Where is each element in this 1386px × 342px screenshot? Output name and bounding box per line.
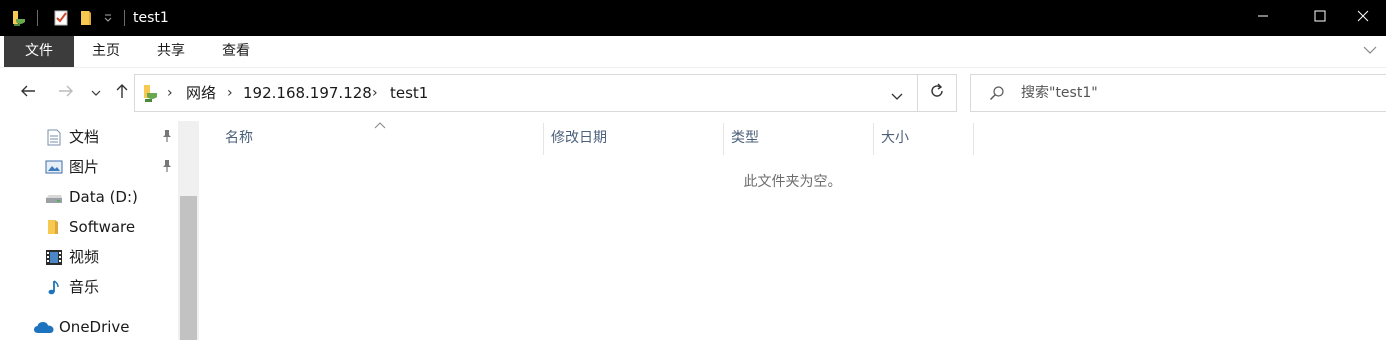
minimize-button[interactable]	[1240, 0, 1286, 36]
nav-item-label: 音乐	[69, 278, 100, 296]
nav-scrollbar[interactable]	[178, 121, 199, 340]
nav-item-onedrive[interactable]: OneDrive	[0, 312, 178, 342]
nav-item-music[interactable]: 音乐	[0, 272, 178, 302]
music-icon	[46, 279, 64, 296]
nav-item-documents[interactable]: 文档	[0, 122, 178, 152]
tab-view[interactable]: 查看	[206, 36, 266, 67]
forward-button[interactable]	[52, 80, 80, 106]
search-icon	[989, 85, 1005, 105]
address-dropdown-button[interactable]	[891, 89, 903, 105]
column-header-date-modified[interactable]: 修改日期	[543, 121, 723, 155]
nav-item-videos[interactable]: 视频	[0, 242, 178, 272]
empty-folder-message: 此文件夹为空。	[743, 174, 842, 190]
tab-file[interactable]: 文件	[4, 36, 74, 67]
refresh-button[interactable]	[918, 74, 957, 112]
address-bar[interactable]: › 网络 › 192.168.197.128 › test1	[134, 74, 918, 112]
chevron-right-icon: ›	[372, 85, 378, 101]
chevron-right-icon: ›	[227, 85, 233, 101]
navigation-pane: 文档 图片 Data (D:) Software 视频 音乐 OneDrive	[0, 121, 199, 340]
network-folder-icon	[141, 83, 159, 107]
refresh-icon	[929, 83, 945, 103]
nav-item-label: 文档	[69, 128, 100, 146]
ribbon-tabs: 文件 主页 共享 查看	[0, 36, 1386, 67]
drive-icon	[45, 189, 63, 206]
nav-item-label: OneDrive	[59, 318, 130, 336]
nav-item-label: Software	[69, 218, 136, 236]
title-bar: test1	[0, 0, 1386, 36]
title-separator	[37, 10, 38, 26]
folder-icon	[46, 219, 64, 236]
arrow-left-icon	[20, 84, 36, 102]
tab-share[interactable]: 共享	[141, 36, 201, 67]
breadcrumb-host[interactable]: 192.168.197.128	[243, 75, 372, 111]
up-button[interactable]	[110, 80, 134, 106]
tab-home[interactable]: 主页	[76, 36, 136, 67]
maximize-icon	[1314, 10, 1326, 26]
pin-icon[interactable]	[160, 129, 176, 145]
minimize-icon	[1257, 10, 1269, 26]
breadcrumb-folder[interactable]: test1	[390, 75, 428, 111]
file-list: 名称 修改日期 类型 大小 此文件夹为空。	[199, 121, 1386, 340]
pictures-icon	[45, 159, 63, 176]
ribbon-expand-button[interactable]	[1358, 39, 1382, 63]
recent-locations-button[interactable]	[86, 80, 106, 106]
nav-item-label: 视频	[69, 248, 100, 266]
address-row: › 网络 › 192.168.197.128 › test1 搜索"test1"	[0, 67, 1386, 121]
folder-icon[interactable]	[8, 0, 30, 36]
arrow-right-icon	[58, 84, 74, 102]
arrow-up-icon	[115, 83, 129, 103]
close-button[interactable]	[1340, 0, 1386, 36]
column-header-size[interactable]: 大小	[873, 121, 973, 155]
scrollbar-thumb[interactable]	[180, 196, 197, 340]
close-icon	[1357, 10, 1369, 26]
search-box[interactable]: 搜索"test1"	[970, 74, 1386, 112]
column-header-name[interactable]: 名称	[217, 121, 543, 155]
column-header-type[interactable]: 类型	[723, 121, 873, 155]
chevron-down-icon	[91, 85, 101, 101]
onedrive-icon	[33, 320, 54, 337]
nav-item-label: Data (D:)	[69, 188, 138, 206]
search-placeholder: 搜索"test1"	[1021, 85, 1098, 101]
chevron-down-icon	[1363, 43, 1377, 59]
properties-icon[interactable]	[50, 0, 72, 36]
nav-item-label: 图片	[69, 158, 100, 176]
nav-item-software[interactable]: Software	[0, 212, 178, 242]
window-title: test1	[133, 10, 169, 26]
new-folder-icon[interactable]	[75, 0, 97, 36]
back-button[interactable]	[14, 80, 42, 106]
nav-item-pictures[interactable]: 图片	[0, 152, 178, 182]
pin-icon[interactable]	[160, 159, 176, 175]
maximize-button[interactable]	[1297, 0, 1343, 36]
chevron-right-icon: ›	[167, 85, 173, 101]
customize-dropdown-icon[interactable]	[99, 0, 117, 36]
breadcrumb-network[interactable]: 网络	[186, 75, 216, 111]
videos-icon	[45, 249, 63, 266]
nav-item-data-drive[interactable]: Data (D:)	[0, 182, 178, 212]
column-divider[interactable]	[973, 123, 974, 155]
documents-icon	[46, 129, 64, 146]
title-separator	[124, 10, 125, 26]
